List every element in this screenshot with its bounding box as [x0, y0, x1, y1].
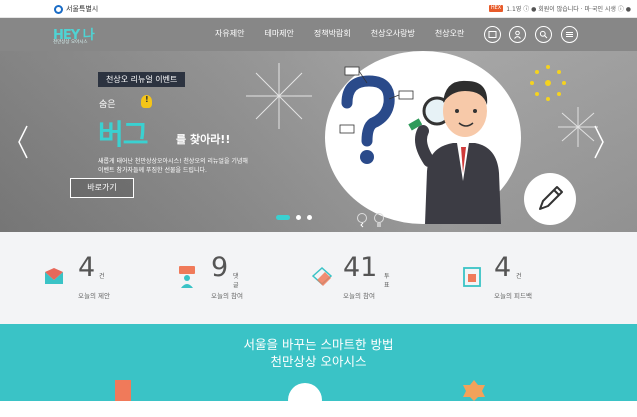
fireworks-yellow-decoration [530, 65, 566, 101]
stat-unit: 건 [99, 273, 105, 280]
slide-pager [276, 215, 312, 220]
stat-label: 오늘의 제안 [78, 292, 110, 300]
city-name: 서울특별시 [66, 5, 99, 13]
slide-dot-1[interactable] [276, 215, 290, 220]
stat-unit: 투표 [384, 273, 390, 289]
site-logo[interactable]: HEY 나 천만상상 오아시스 [53, 24, 101, 46]
hero-description-line2: 이벤트 참가자들께 푸짐한 선물을 드립니다. [98, 167, 207, 174]
main-navigation: HEY 나 천만상상 오아시스 자유제안 테마제안 정책박람회 천상오사랑방 천… [0, 18, 637, 51]
fireworks-left-decoration [246, 63, 312, 129]
hero-headline-rest: 를 찾아라!! [176, 133, 231, 146]
write-proposal-button[interactable] [524, 173, 576, 225]
utility-links: HEX 1.1영 ⓘ ● 회원이 많습니다 · 마·국인 시생 ⓘ ● [488, 4, 631, 13]
menu-button[interactable] [561, 26, 578, 43]
hero-illustration [325, 51, 521, 224]
pencil-icon [539, 186, 563, 210]
hero-description: 새롭게 태어난 천만상상오아시스! 천상오의 리뉴얼을 기념해 이벤트 참가자들… [98, 157, 268, 175]
stat-value: 9 [211, 252, 229, 283]
exclamation-icon: ! [141, 95, 152, 108]
search-button[interactable] [535, 26, 552, 43]
go-now-button[interactable]: 바로가기 [70, 178, 134, 198]
hero-banner: 천상오 리뉴얼 이벤트 숨은 ! 버그 를 찾아라!! 새롭게 태어난 천만상상… [0, 51, 637, 232]
nav-item-policy-fair[interactable]: 정책박람회 [314, 28, 351, 39]
hero-description-line1: 새롭게 태어난 천만상상오아시스! 천상오의 리뉴얼을 기념해 [98, 158, 248, 165]
hex-badge[interactable]: HEX [488, 5, 504, 12]
vote-icon [311, 266, 333, 286]
proposal-icon [45, 268, 63, 284]
next-slide-arrow-icon[interactable] [592, 124, 606, 160]
slide-pause-control[interactable] [374, 213, 384, 227]
login-button[interactable] [509, 26, 526, 43]
stat-label: 오늘의 참여 [211, 292, 243, 300]
stats-strip: 4 건 오늘의 제안 9 댓글 오늘의 참여 41 투표 오늘의 참여 4 건 … [0, 232, 637, 324]
promo-circle-icon [288, 383, 322, 417]
stat-label: 오늘의 참여 [343, 292, 375, 300]
slide-prev-control[interactable] [357, 213, 367, 228]
stat-label: 오늘의 피드백 [494, 292, 532, 300]
hero-shout: 숨은 [99, 100, 116, 110]
nav-menu: 자유제안 테마제안 정책박람회 천상오사랑방 천상오란 [215, 28, 484, 39]
back-icon [360, 222, 364, 228]
slide-dot-3[interactable] [307, 215, 312, 220]
utility-text[interactable]: 1.1영 ⓘ ● 회원이 많습니다 · 마·국인 시생 ⓘ ● [506, 4, 631, 13]
event-tag: 천상오 리뉴얼 이벤트 [98, 72, 186, 87]
seoul-logo-icon [54, 4, 63, 14]
stat-unit: 건 [516, 273, 522, 280]
promo-line2: 천만상상 오아시스 [270, 354, 367, 369]
hero-headline: 버그 [98, 118, 149, 151]
feedback-icon [463, 267, 481, 287]
logo-subtext: 천만상상 오아시스 [53, 40, 88, 45]
nav-item-free-proposal[interactable]: 자유제안 [215, 28, 244, 39]
nav-item-lounge[interactable]: 천상오사랑방 [371, 28, 415, 39]
stat-value: 4 [78, 252, 96, 283]
slide-dot-2[interactable] [296, 215, 301, 220]
promo-badge-icon [463, 380, 485, 401]
stat-value: 41 [343, 252, 378, 283]
nav-item-board[interactable]: 천상오란 [435, 28, 464, 39]
nav-item-theme-proposal[interactable]: 테마제안 [264, 28, 293, 39]
promo-flag-icon [115, 380, 131, 401]
participant-icon [179, 266, 195, 288]
stat-value: 4 [494, 252, 512, 283]
stat-unit: 댓글 [233, 273, 239, 289]
user-icon [514, 30, 521, 39]
search-icon [539, 30, 548, 39]
detective-illustration [339, 66, 501, 224]
seoul-city-link[interactable]: 서울특별시 [54, 3, 98, 15]
top-utility-bar: 서울특별시 HEX 1.1영 ⓘ ● 회원이 많습니다 · 마·국인 시생 ⓘ … [0, 0, 637, 18]
promo-banner: 서울을 바꾸는 스마트한 방법 천만상상 오아시스 [0, 324, 637, 417]
prev-slide-arrow-icon[interactable] [16, 124, 30, 160]
screen-icon [488, 31, 497, 38]
screen-icon-button[interactable] [484, 26, 501, 43]
hamburger-icon [566, 32, 573, 37]
pause-icon [377, 223, 381, 227]
